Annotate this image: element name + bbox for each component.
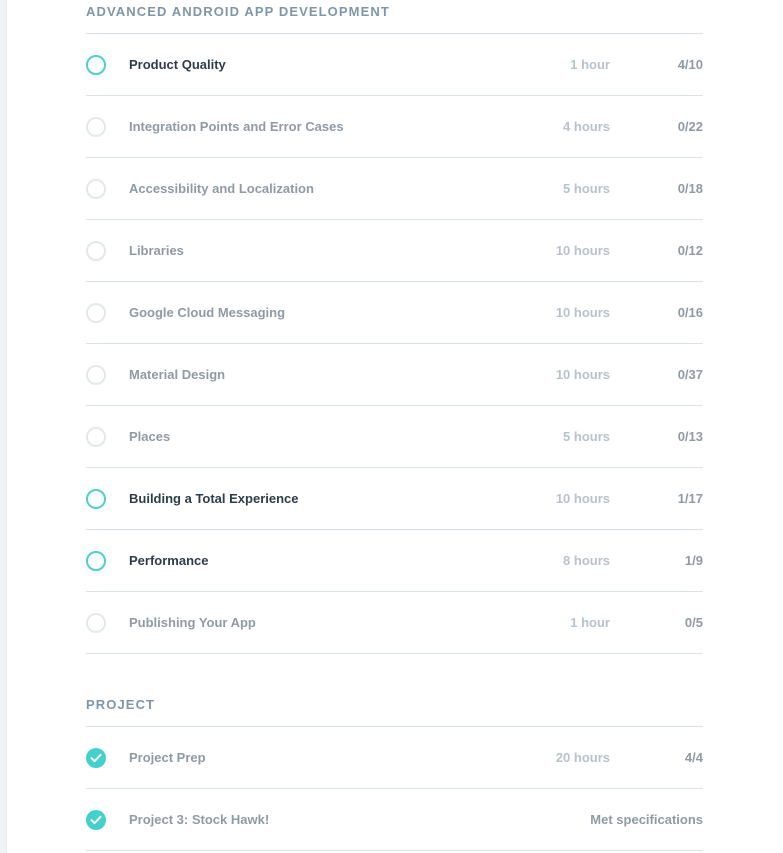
lesson-duration: 10 hours (555, 305, 610, 320)
lesson-name[interactable]: Publishing Your App (129, 615, 256, 630)
section-title: ADVANCED ANDROID APP DEVELOPMENT (86, 0, 703, 34)
lesson-progress: 0/5 (684, 615, 703, 630)
lesson-duration: 8 hours (563, 553, 610, 568)
lesson-progress: 0/12 (677, 243, 703, 258)
lesson-row[interactable]: Performance 8 hours 1/9 (86, 530, 703, 592)
lesson-row[interactable]: Libraries 10 hours 0/12 (86, 220, 703, 282)
lesson-progress: 1/17 (677, 491, 703, 506)
lesson-name[interactable]: Building a Total Experience (129, 491, 299, 506)
empty-circle-icon (86, 364, 106, 385)
lesson-duration: 10 hours (555, 491, 610, 506)
lesson-list: Project Prep 20 hours 4/4 Project 3: Stock … (86, 727, 703, 851)
empty-circle-icon (86, 240, 106, 261)
lesson-duration: 1 hour (570, 615, 610, 630)
lesson-progress: 4/10 (677, 57, 703, 72)
lesson-progress: 4/4 (684, 750, 703, 765)
lesson-progress: 0/18 (677, 181, 703, 196)
lesson-name[interactable]: Project 3: Stock Hawk! (129, 812, 269, 827)
lesson-progress: 0/16 (677, 305, 703, 320)
lesson-row[interactable]: Product Quality 1 hour 4/10 (86, 34, 703, 96)
empty-circle-icon (86, 178, 106, 199)
empty-circle-icon (86, 116, 106, 137)
syllabus-panel: ADVANCED ANDROID APP DEVELOPMENT Product… (6, 0, 783, 853)
lesson-row[interactable]: Accessibility and Localization 5 hours 0/1… (86, 158, 703, 220)
lesson-row[interactable]: Places 5 hours 0/13 (86, 406, 703, 468)
lesson-progress: 0/13 (677, 429, 703, 444)
lesson-name[interactable]: Material Design (129, 367, 225, 382)
section-advanced-android: ADVANCED ANDROID APP DEVELOPMENT Product… (86, 0, 703, 654)
lesson-name[interactable]: Product Quality (129, 57, 226, 72)
lesson-duration: 5 hours (563, 429, 610, 444)
syllabus-content: ADVANCED ANDROID APP DEVELOPMENT Product… (86, 0, 703, 851)
lesson-row[interactable]: Publishing Your App 1 hour 0/5 (86, 592, 703, 654)
lesson-row[interactable]: Integration Points and Error Cases 4 hour… (86, 96, 703, 158)
checkmark-circle-icon (86, 809, 106, 830)
progress-ring-icon (86, 488, 106, 509)
checkmark-circle-icon (86, 747, 106, 768)
lesson-name[interactable]: Performance (129, 553, 208, 568)
lesson-progress: 1/9 (684, 553, 703, 568)
lesson-list: Product Quality 1 hour 4/10 Integration Poi… (86, 34, 703, 654)
lesson-row[interactable]: Building a Total Experience 10 hours 1/17 (86, 468, 703, 530)
lesson-duration: 10 hours (555, 243, 610, 258)
lesson-name[interactable]: Places (129, 429, 170, 444)
lesson-progress: 0/37 (677, 367, 703, 382)
lesson-name[interactable]: Accessibility and Localization (129, 181, 314, 196)
section-title: PROJECT (86, 694, 703, 727)
lesson-row[interactable]: Project 3: Stock Hawk! Met specifications (86, 789, 703, 851)
empty-circle-icon (86, 426, 106, 447)
section-project: PROJECT Project Prep 20 hours 4/4 Project 3… (86, 694, 703, 851)
progress-ring-icon (86, 54, 106, 75)
lesson-duration: 5 hours (563, 181, 610, 196)
lesson-duration: 4 hours (563, 119, 610, 134)
lesson-name[interactable]: Libraries (129, 243, 184, 258)
empty-circle-icon (86, 612, 106, 633)
lesson-duration: 1 hour (570, 57, 610, 72)
lesson-row[interactable]: Material Design 10 hours 0/37 (86, 344, 703, 406)
lesson-progress: Met specifications (590, 812, 703, 827)
empty-circle-icon (86, 302, 106, 323)
lesson-progress: 0/22 (677, 119, 703, 134)
lesson-name[interactable]: Google Cloud Messaging (129, 305, 285, 320)
lesson-duration: 20 hours (555, 750, 610, 765)
lesson-name[interactable]: Project Prep (129, 750, 206, 765)
lesson-row[interactable]: Project Prep 20 hours 4/4 (86, 727, 703, 789)
lesson-duration: 10 hours (555, 367, 610, 382)
lesson-row[interactable]: Google Cloud Messaging 10 hours 0/16 (86, 282, 703, 344)
progress-ring-icon (86, 550, 106, 571)
lesson-name[interactable]: Integration Points and Error Cases (129, 119, 344, 134)
